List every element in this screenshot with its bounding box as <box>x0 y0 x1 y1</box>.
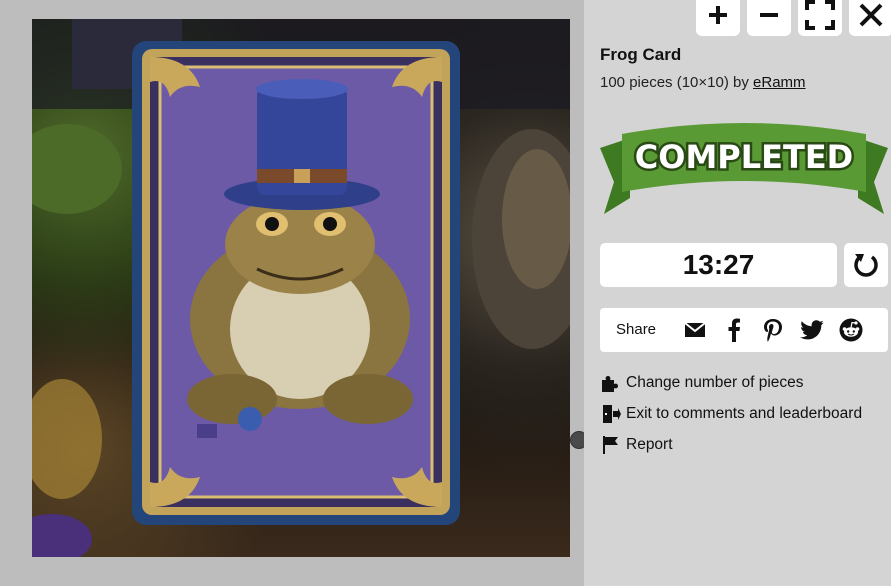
sidebar: Frog Card 100 pieces (10×10) by eRamm CO… <box>584 0 891 586</box>
zoom-in-button[interactable] <box>696 0 740 36</box>
reddit-icon <box>839 318 863 342</box>
change-pieces-label: Change number of pieces <box>626 374 804 391</box>
email-icon <box>684 322 706 337</box>
puzzle-meta: 100 pieces (10×10) by eRamm <box>600 74 806 91</box>
zoom-in-icon <box>709 6 727 24</box>
zoom-out-button[interactable] <box>747 0 791 36</box>
share-label: Share <box>616 321 657 338</box>
email-share-button[interactable] <box>682 317 708 343</box>
facebook-share-button[interactable] <box>721 317 747 343</box>
frog-card-artwork <box>32 19 570 557</box>
twitter-share-button[interactable] <box>799 317 825 343</box>
puzzle-piece-icon <box>602 376 618 392</box>
restart-button[interactable] <box>844 243 888 287</box>
close-icon <box>859 3 883 27</box>
zoom-out-icon <box>760 13 778 17</box>
exit-door-icon <box>603 405 621 423</box>
restart-icon <box>854 254 878 277</box>
close-button[interactable] <box>849 0 891 36</box>
completed-text: COMPLETED <box>635 138 853 176</box>
flag-icon <box>603 436 618 454</box>
puzzle-title: Frog Card <box>600 45 682 64</box>
exit-comments-label: Exit to comments and leaderboard <box>626 405 863 422</box>
author-link[interactable]: eRamm <box>753 74 806 91</box>
puzzle-image <box>32 19 570 557</box>
exit-comments-link[interactable]: Exit to comments and leaderboard <box>600 403 862 425</box>
pieces-count-text: 100 pieces (10×10) by <box>600 74 754 91</box>
pinterest-share-button[interactable] <box>760 317 786 343</box>
facebook-icon <box>728 318 740 342</box>
report-link[interactable]: Report <box>600 434 673 456</box>
change-pieces-link[interactable]: Change number of pieces <box>600 372 804 394</box>
fullscreen-icon <box>805 0 835 30</box>
share-bar: Share <box>600 308 888 352</box>
timer-display: 13:27 <box>600 243 837 287</box>
fullscreen-button[interactable] <box>798 0 842 36</box>
report-label: Report <box>626 436 673 453</box>
reddit-share-button[interactable] <box>838 317 864 343</box>
twitter-icon <box>800 320 824 340</box>
pinterest-icon <box>764 319 782 342</box>
completed-banner: COMPLETED <box>600 123 888 214</box>
puzzle-canvas[interactable] <box>0 0 588 586</box>
